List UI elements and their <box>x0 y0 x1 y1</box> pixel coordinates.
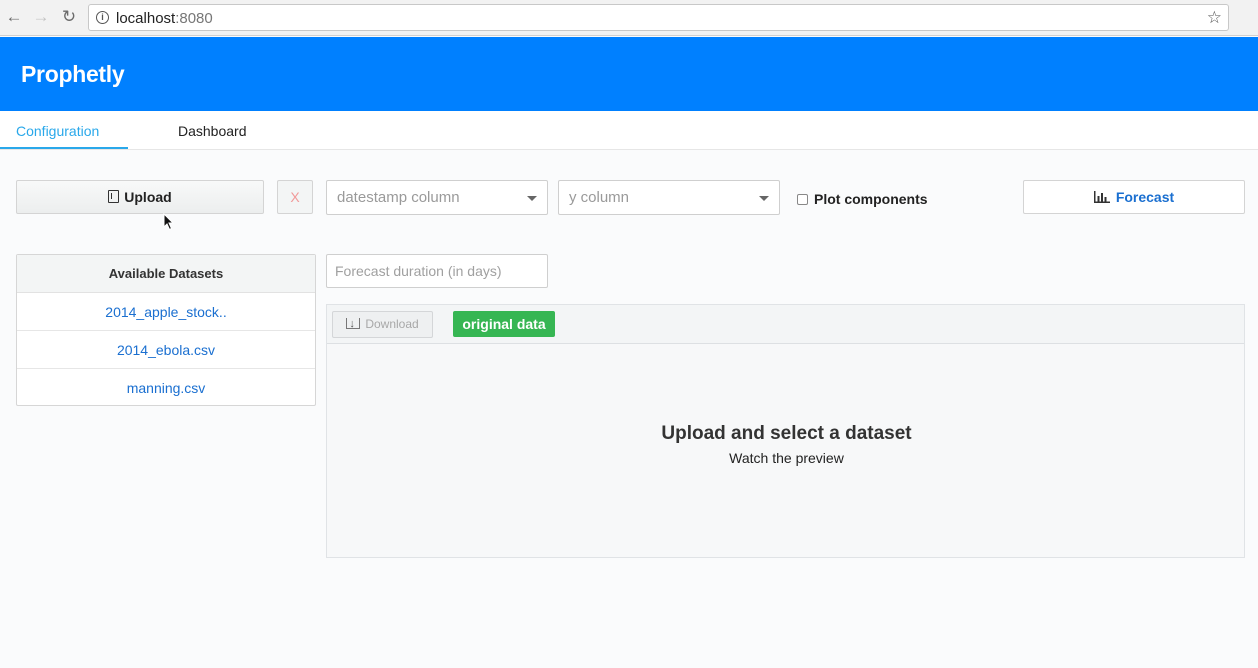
address-bar[interactable]: i localhost:8080 ☆ <box>88 4 1229 31</box>
y-column-placeholder: y column <box>569 189 630 206</box>
forecast-duration-input[interactable]: Forecast duration (in days) <box>326 254 548 288</box>
empty-state-subtitle: Watch the preview <box>729 450 844 466</box>
info-icon[interactable]: i <box>96 11 109 24</box>
tab-configuration[interactable]: Configuration <box>16 123 99 139</box>
datasets-header: Available Datasets <box>17 255 315 293</box>
bar-chart-icon <box>1093 191 1110 203</box>
datasets-panel: Available Datasets 2014_apple_stock.. 20… <box>16 254 316 406</box>
bookmark-star-icon[interactable]: ☆ <box>1207 8 1222 28</box>
original-data-badge[interactable]: original data <box>453 311 555 337</box>
download-label: Download <box>365 317 419 331</box>
chevron-down-icon <box>759 196 769 201</box>
browser-toolbar: ← → ↻ i localhost:8080 ☆ <box>0 0 1258 36</box>
tab-dashboard[interactable]: Dashboard <box>178 123 247 139</box>
active-tab-indicator <box>0 147 128 149</box>
app-header: Prophetly <box>0 37 1258 111</box>
forecast-duration-placeholder: Forecast duration (in days) <box>335 263 502 279</box>
plot-components-toggle[interactable]: Plot components <box>797 191 928 207</box>
preview-toolbar: Download original data <box>327 305 1244 344</box>
upload-button[interactable]: Upload <box>16 180 264 214</box>
dataset-item[interactable]: manning.csv <box>17 369 315 407</box>
plot-components-label: Plot components <box>814 191 928 207</box>
datestamp-column-select[interactable]: datestamp column <box>326 180 548 215</box>
download-button[interactable]: Download <box>332 311 433 338</box>
forecast-label: Forecast <box>1115 189 1175 205</box>
empty-state-title: Upload and select a dataset <box>661 423 912 444</box>
mouse-cursor-icon <box>163 213 175 231</box>
app-brand[interactable]: Prophetly <box>21 61 125 88</box>
datestamp-placeholder: datestamp column <box>337 189 460 206</box>
tab-bar: Configuration Dashboard <box>0 111 1258 150</box>
forward-arrow-icon[interactable]: → <box>31 7 51 27</box>
preview-panel: Download original data Upload and select… <box>326 304 1245 558</box>
upload-file-icon <box>108 190 120 203</box>
clear-button[interactable]: X <box>277 180 313 214</box>
forecast-button[interactable]: Forecast <box>1023 180 1245 214</box>
dataset-item[interactable]: 2014_ebola.csv <box>17 331 315 369</box>
plot-components-checkbox[interactable] <box>797 194 808 205</box>
chevron-down-icon <box>527 196 537 201</box>
back-arrow-icon[interactable]: ← <box>4 7 24 27</box>
url-text: localhost:8080 <box>116 10 213 27</box>
dataset-item[interactable]: 2014_apple_stock.. <box>17 293 315 331</box>
upload-label: Upload <box>124 189 172 205</box>
reload-icon[interactable]: ↻ <box>59 7 79 27</box>
y-column-select[interactable]: y column <box>558 180 780 215</box>
download-icon <box>346 312 361 337</box>
